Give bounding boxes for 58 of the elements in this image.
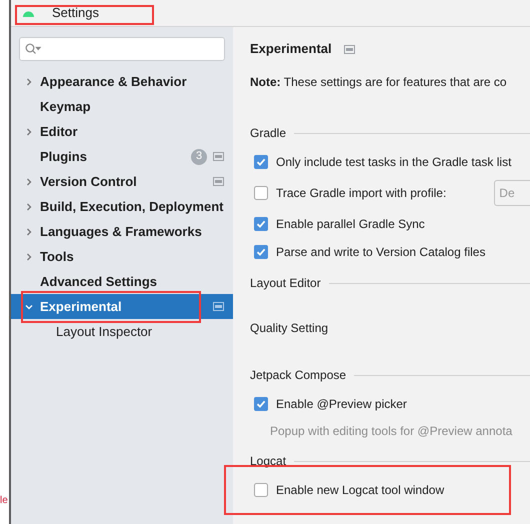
sidebar-item[interactable]: Tools	[11, 244, 233, 269]
chevron-icon[interactable]	[25, 128, 33, 136]
item-label: Advanced Settings	[40, 272, 158, 291]
chevron-icon[interactable]	[25, 228, 33, 236]
android-icon	[23, 10, 34, 16]
section-title: Layout Editor	[250, 275, 321, 292]
sidebar-item[interactable]: Plugins 3	[11, 144, 233, 169]
checkbox-label: Enable @Preview picker	[276, 396, 407, 413]
options-icon[interactable]	[213, 302, 224, 311]
note-text: Note: These settings are for features that are co	[250, 74, 507, 91]
page-title: Experimental	[250, 40, 332, 58]
chevron-icon[interactable]	[25, 252, 33, 260]
item-label: Build, Execution, Deployment	[40, 198, 224, 216]
checkbox-label: Enable parallel Gradle Sync	[276, 216, 425, 233]
options-icon[interactable]	[213, 152, 224, 161]
options-icon[interactable]	[344, 44, 355, 54]
sidebar-item[interactable]: Languages & Frameworks	[11, 219, 233, 244]
item-label: Plugins	[40, 148, 87, 166]
checkbox-label: Enable new Logcat tool window	[276, 482, 444, 499]
checkbox-label: Trace Gradle import with profile:	[276, 185, 446, 202]
search-field[interactable]	[19, 37, 225, 61]
item-label: Keymap	[40, 98, 91, 116]
sidebar-item[interactable]: Advanced Settings	[11, 269, 233, 294]
item-label: Editor	[40, 122, 78, 141]
sidebar-item[interactable]: Editor	[11, 119, 233, 144]
checkbox-label: Parse and write to Version Catalog files	[276, 244, 486, 261]
chevron-icon[interactable]	[25, 178, 33, 186]
checkbox[interactable]	[254, 397, 268, 411]
checkbox[interactable]	[254, 483, 268, 497]
checkbox[interactable]	[254, 217, 268, 231]
chevron-icon[interactable]	[25, 302, 33, 310]
chevron-icon[interactable]	[25, 202, 33, 210]
search-icon	[25, 43, 41, 55]
sidebar-item[interactable]: Version Control	[11, 169, 233, 194]
checkbox[interactable]	[254, 245, 268, 259]
section-title: Gradle	[250, 125, 286, 142]
chevron-icon[interactable]	[25, 78, 33, 86]
hint-text: Popup with editing tools for @Preview annota	[270, 423, 512, 440]
section-title: Logcat	[250, 453, 286, 470]
checkbox-label: Only include test tasks in the Gradle task list	[276, 154, 512, 171]
section-title: Jetpack Compose	[250, 367, 346, 384]
sidebar-item[interactable]: Appearance & Behavior	[11, 69, 233, 94]
item-label: Experimental	[40, 298, 122, 316]
sidebar-item[interactable]: Keymap	[11, 94, 233, 119]
sidebar-item[interactable]: Build, Execution, Deployment	[11, 194, 233, 219]
count-badge: 3	[191, 148, 207, 164]
checkbox[interactable]	[254, 186, 268, 200]
window-title: Settings	[52, 4, 99, 22]
text-fragment: le	[0, 496, 8, 506]
item-label: Tools	[40, 248, 74, 266]
checkbox[interactable]	[254, 155, 268, 169]
sidebar-item[interactable]: Layout Inspector	[11, 319, 233, 344]
item-label: Version Control	[40, 172, 137, 191]
item-label: Appearance & Behavior	[40, 72, 187, 91]
options-icon[interactable]	[213, 177, 224, 186]
sidebar-item[interactable]: Experimental	[11, 294, 233, 319]
setting-label: Quality Setting	[250, 320, 328, 337]
item-label: Languages & Frameworks	[40, 222, 202, 241]
